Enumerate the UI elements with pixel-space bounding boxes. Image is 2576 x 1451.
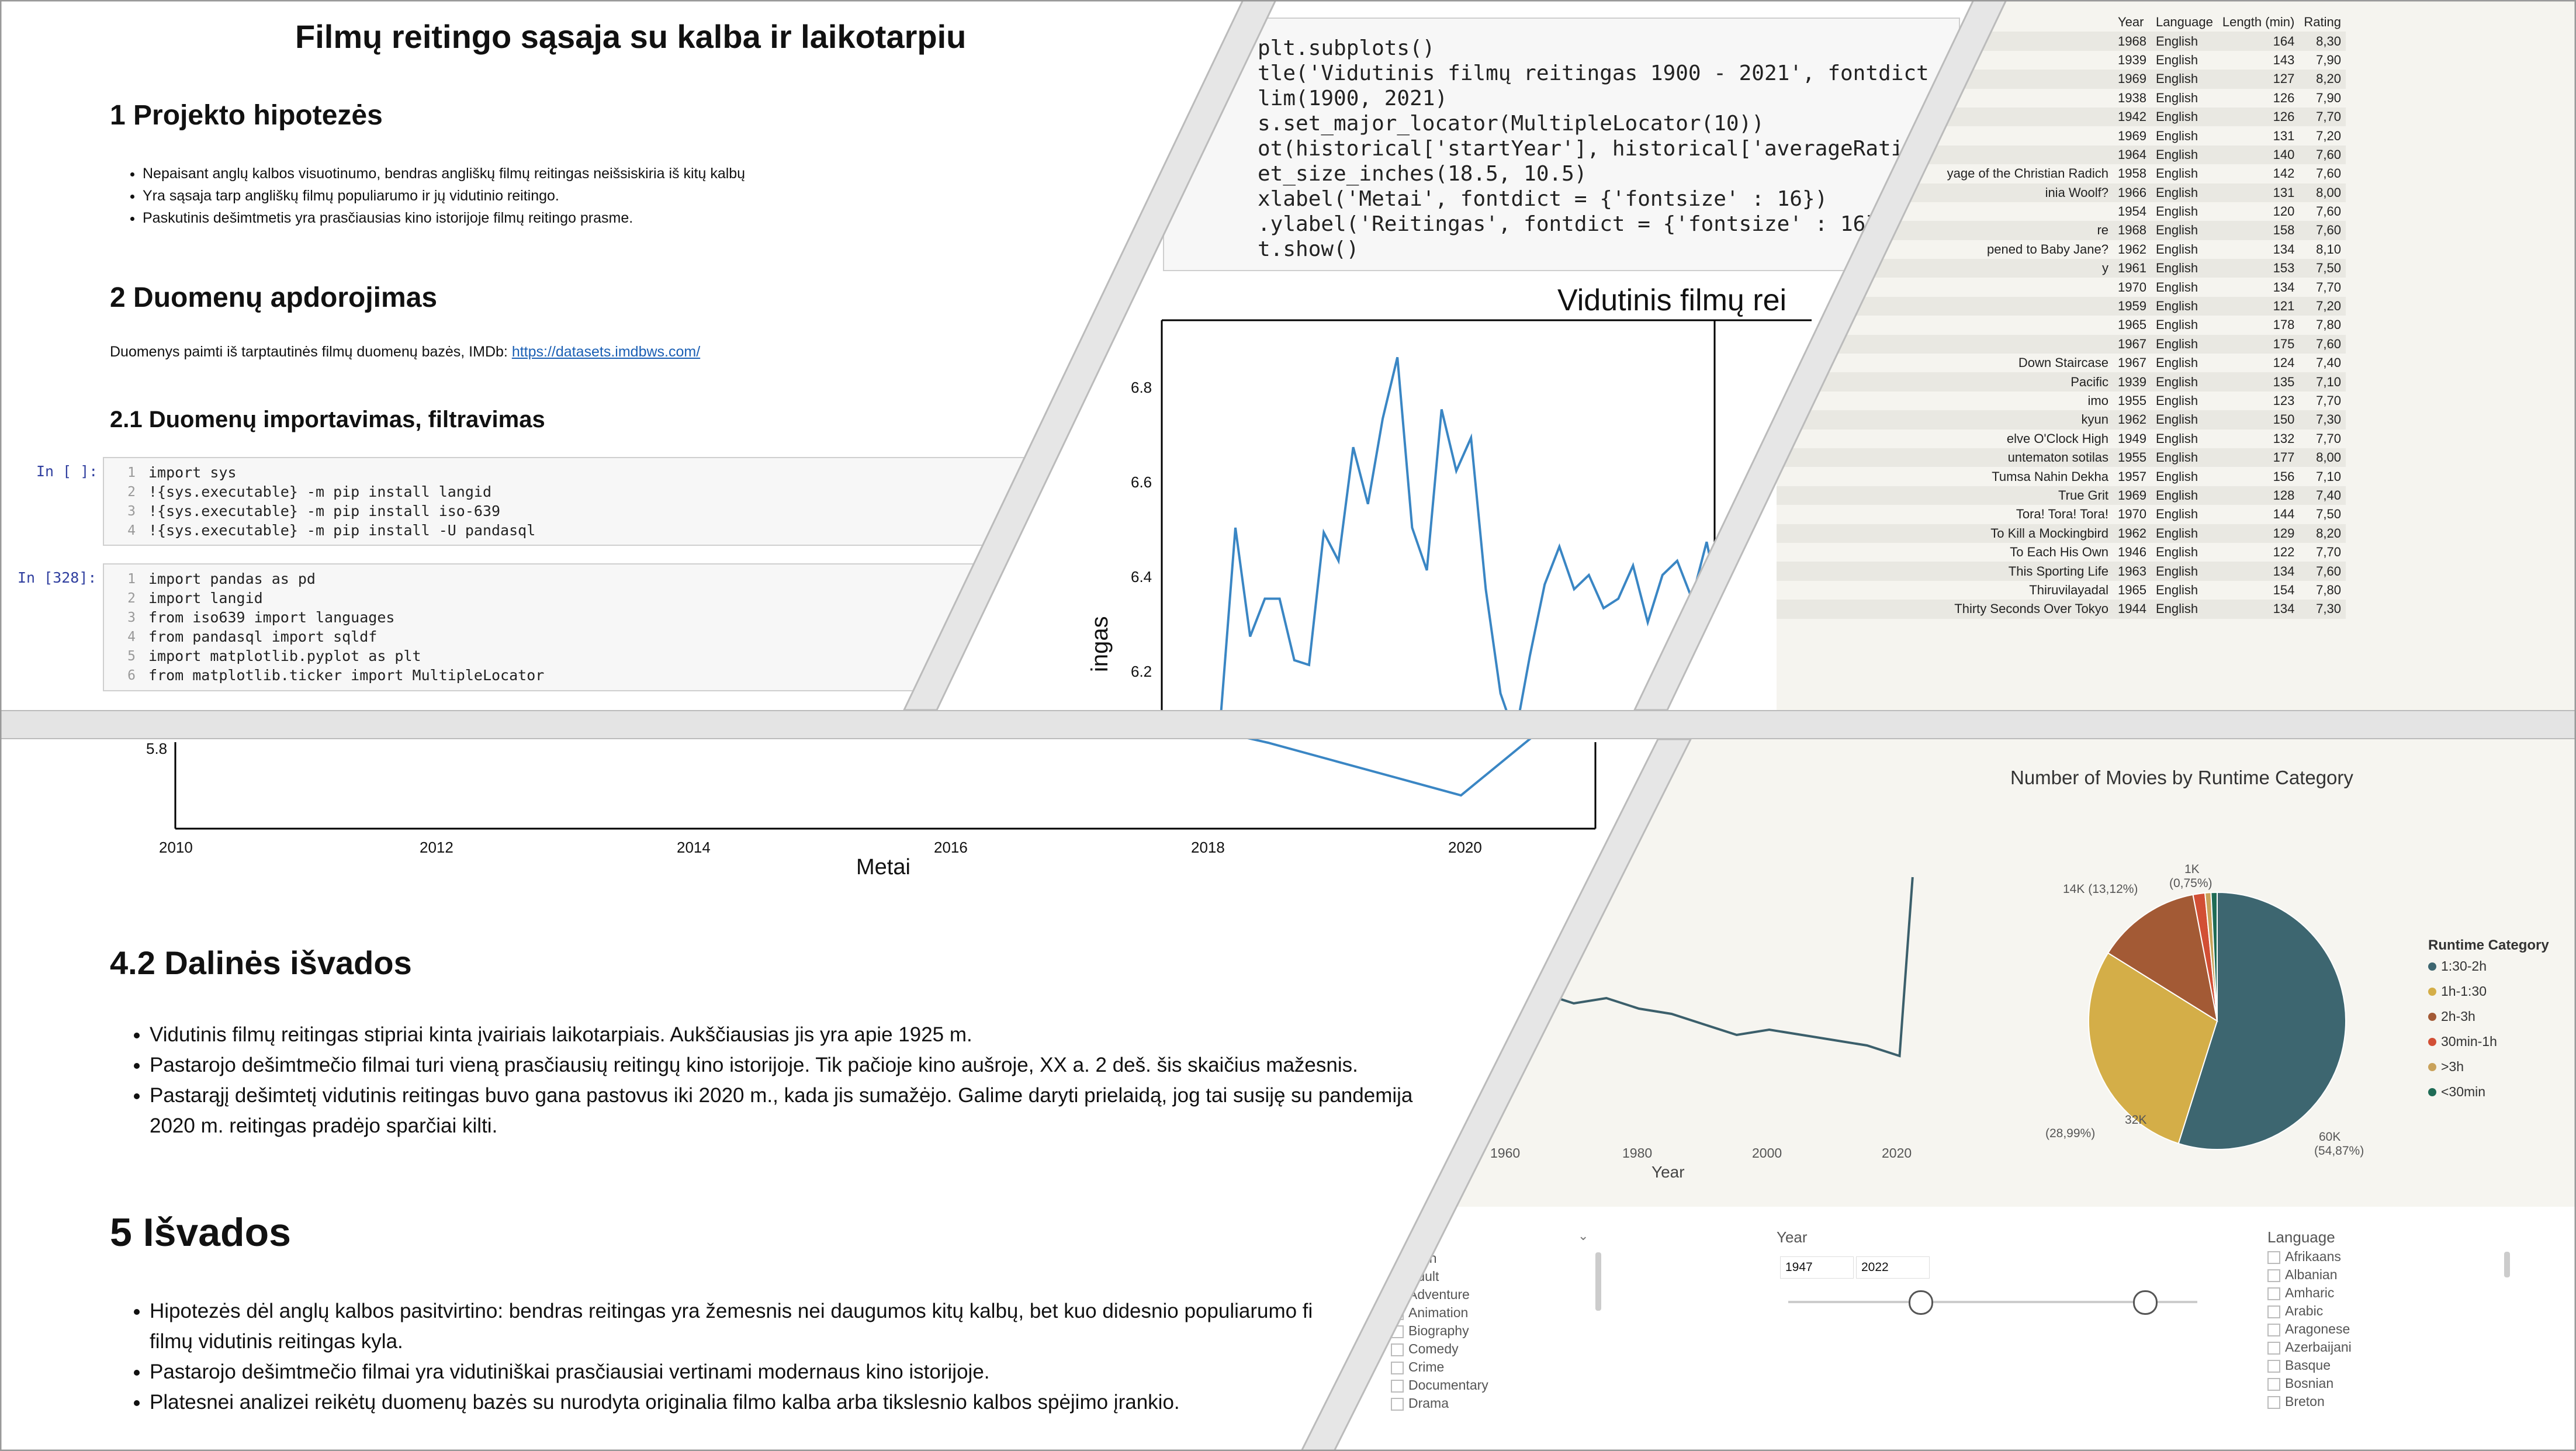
separator-lines [0, 0, 2576, 1451]
